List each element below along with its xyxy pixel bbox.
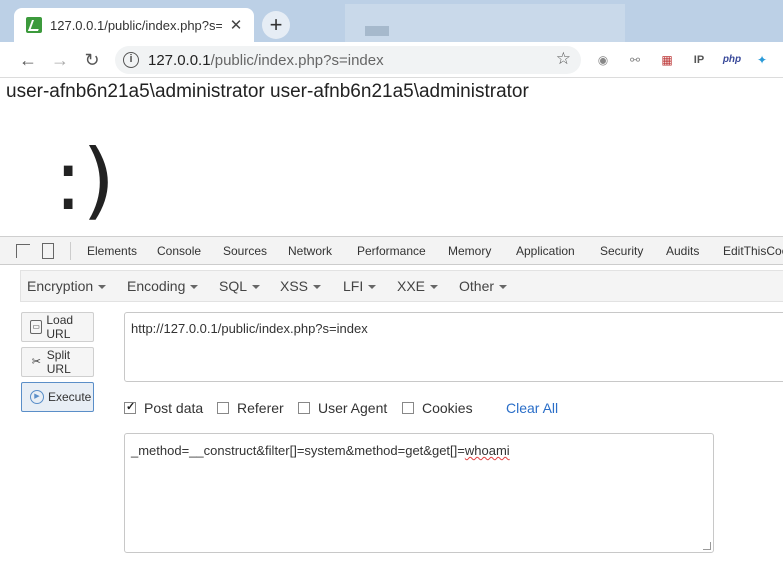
close-tab-icon[interactable]: ✕ [228, 16, 244, 34]
tab-editthiscookie[interactable]: EditThisCookie [723, 244, 783, 258]
menu-encryption[interactable]: Encryption [27, 278, 107, 294]
address-url[interactable]: 127.0.0.1/public/index.php?s=index [148, 52, 384, 69]
caret-down-icon [98, 285, 107, 290]
link-icon[interactable]: ⚯ [626, 51, 644, 69]
menu-encoding[interactable]: Encoding [127, 278, 199, 294]
devtools-panel: Elements Console Sources Network Perform… [0, 236, 783, 565]
cookies-label: Cookies [422, 400, 473, 416]
menu-xxe-label: XXE [397, 278, 426, 294]
device-toolbar-icon[interactable] [42, 243, 54, 259]
reload-icon[interactable]: ↻ [81, 49, 103, 71]
caret-down-icon [499, 285, 508, 290]
post-data-checkbox[interactable] [124, 400, 136, 414]
tab-strip: 127.0.0.1/public/index.php?s= ✕ + [0, 0, 783, 42]
devtools-tabbar: Elements Console Sources Network Perform… [0, 237, 783, 265]
menu-lfi[interactable]: LFI [343, 278, 377, 294]
url-textarea[interactable]: http://127.0.0.1/public/index.php?s=inde… [124, 312, 783, 382]
scissors-icon: ✂ [31, 356, 41, 368]
clear-all-link[interactable]: Clear All [506, 400, 558, 416]
load-url-icon: ▭ [30, 320, 43, 334]
referer-option[interactable]: Referer [217, 400, 284, 416]
caret-down-icon [252, 285, 261, 290]
play-icon: ▶ [30, 390, 44, 404]
forward-arrow-icon[interactable]: → [49, 49, 71, 71]
us-flag-icon[interactable]: ▦ [658, 51, 676, 69]
tab-elements[interactable]: Elements [87, 244, 137, 258]
background-window [345, 4, 625, 42]
split-url-label: Split URL [46, 348, 71, 376]
caret-down-icon [313, 285, 322, 290]
hackbar-menubar: Encryption Encoding SQL XSS LFI XXE Othe… [20, 270, 783, 302]
url-host: 127.0.0.1 [148, 52, 211, 69]
background-window-detail [365, 26, 389, 36]
menu-other-label: Other [459, 278, 495, 294]
tab-sources[interactable]: Sources [223, 244, 267, 258]
caret-down-icon [368, 285, 377, 290]
php-icon[interactable]: php [720, 51, 744, 69]
inspect-element-icon[interactable] [16, 244, 30, 258]
menu-encoding-label: Encoding [127, 278, 186, 294]
referer-label: Referer [237, 400, 284, 416]
user-agent-label: User Agent [318, 400, 388, 416]
menu-lfi-label: LFI [343, 278, 364, 294]
network-icon[interactable]: ✦ [753, 51, 771, 69]
caret-down-icon [190, 285, 199, 290]
address-bar[interactable]: i 127.0.0.1/public/index.php?s=index ☆ [115, 46, 581, 74]
smiley-text: :) [54, 131, 116, 229]
split-url-button[interactable]: ✂ Split URL [21, 347, 94, 377]
browser-window: 127.0.0.1/public/index.php?s= ✕ + ← → ↻ … [0, 0, 783, 565]
globe-icon[interactable]: ◉ [594, 51, 612, 69]
back-arrow-icon[interactable]: ← [17, 49, 39, 71]
user-agent-checkbox[interactable] [298, 402, 310, 414]
toolbar-divider [70, 242, 71, 260]
load-url-button[interactable]: ▭ Load URL [21, 312, 94, 342]
post-data-text: _method=__construct&filter[]=system&meth… [131, 443, 465, 458]
tab-memory[interactable]: Memory [448, 244, 491, 258]
menu-xss[interactable]: XSS [280, 278, 322, 294]
command-output: user-afnb6n21a5\administrator user-afnb6… [6, 81, 529, 102]
menu-xxe[interactable]: XXE [397, 278, 439, 294]
thinkphp-favicon-icon [26, 17, 42, 33]
site-info-icon[interactable]: i [123, 52, 139, 68]
browser-tab[interactable]: 127.0.0.1/public/index.php?s= ✕ [14, 8, 254, 42]
caret-down-icon [430, 285, 439, 290]
menu-xss-label: XSS [280, 278, 309, 294]
post-data-textarea[interactable]: _method=__construct&filter[]=system&meth… [124, 433, 714, 553]
ip-icon[interactable]: IP [690, 51, 708, 69]
tab-audits[interactable]: Audits [666, 244, 699, 258]
new-tab-button[interactable]: + [262, 11, 290, 39]
post-data-command: whoami [464, 443, 510, 458]
load-url-label: Load URL [46, 313, 74, 341]
tab-network[interactable]: Network [288, 244, 332, 258]
menu-other[interactable]: Other [459, 278, 508, 294]
url-path: /public/index.php?s=index [210, 52, 384, 69]
cookies-checkbox[interactable] [402, 402, 414, 414]
bookmark-star-icon[interactable]: ☆ [556, 49, 571, 69]
tab-console[interactable]: Console [157, 244, 201, 258]
referer-checkbox[interactable] [217, 402, 229, 414]
menu-sql-label: SQL [219, 278, 248, 294]
execute-label: Execute [48, 390, 92, 404]
tab-title: 127.0.0.1/public/index.php?s= [50, 17, 222, 33]
tab-application[interactable]: Application [516, 244, 575, 258]
execute-button[interactable]: ▶ Execute [21, 382, 94, 412]
resize-grip-icon[interactable] [703, 542, 711, 550]
menu-sql[interactable]: SQL [219, 278, 261, 294]
menu-encryption-label: Encryption [27, 278, 94, 294]
post-data-label: Post data [144, 400, 204, 416]
cookies-option[interactable]: Cookies [402, 400, 473, 416]
tab-security[interactable]: Security [600, 244, 643, 258]
tab-performance[interactable]: Performance [357, 244, 426, 258]
post-data-option[interactable]: Post data [124, 400, 203, 416]
user-agent-option[interactable]: User Agent [298, 400, 387, 416]
